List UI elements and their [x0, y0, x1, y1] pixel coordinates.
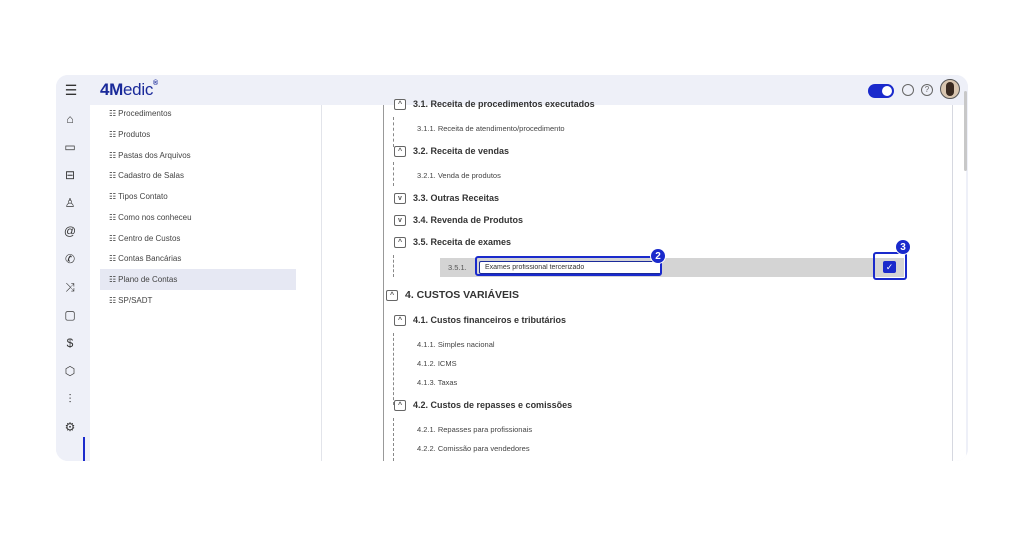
app-window: ☰ 4Medic® ? ⌂ ▭ ⊟ ♙ @ ✆ ⤨ ▢ $ ⬡ ⫶ ⚙ ☷ Pro…	[56, 75, 968, 461]
main-content: ☷ Procedimentos ☷ Produtos ☷ Pastas dos Arq…	[90, 99, 966, 461]
list-icon: ☷	[109, 171, 117, 180]
tree-guide-line	[383, 105, 384, 461]
menu-icon[interactable]: ☰	[64, 83, 78, 97]
calendar-icon[interactable]: ▭	[62, 139, 78, 155]
tree-guide-line	[393, 162, 394, 186]
submenu-item-centro-custos[interactable]: ☷ Centro de Custos	[100, 228, 296, 249]
list-icon: ☷	[109, 275, 117, 284]
submenu-item-pastas[interactable]: ☷ Pastas dos Arquivos	[100, 145, 296, 166]
list-icon: ☷	[109, 296, 117, 305]
submenu-item-procedimentos[interactable]: ☷ Procedimentos	[100, 103, 296, 124]
submenu-item-produtos[interactable]: ☷ Produtos	[100, 124, 296, 145]
chart-of-accounts-tree: ^ 3.1. Receita de procedimentos executado…	[322, 99, 966, 461]
chart-icon[interactable]: ⫶	[62, 391, 78, 407]
gear-icon[interactable]: ⚙	[62, 419, 78, 435]
list-icon: ☷	[109, 213, 117, 222]
avatar[interactable]	[940, 79, 960, 99]
tree-node-4-1[interactable]: ^ 4.1. Custos financeiros e tributários	[394, 315, 566, 327]
app-logo: 4Medic®	[100, 80, 158, 99]
tree-leaf-3-1-1[interactable]: 3.1.1. Receita de atendimento/procedimen…	[417, 124, 565, 133]
submenu-item-tipos-contato[interactable]: ☷ Tipos Contato	[100, 186, 296, 207]
tree-node-4-2[interactable]: ^ 4.2. Custos de repasses e comissões	[394, 400, 572, 412]
tree-section-4[interactable]: ^ 4. CUSTOS VARIÁVEIS	[386, 289, 519, 301]
submenu-item-como-conheceu[interactable]: ☷ Como nos conheceu	[100, 207, 296, 228]
tree-guide-line	[393, 255, 394, 277]
highlight-confirm-annotation	[873, 252, 907, 280]
collapse-toggle[interactable]: ^	[394, 146, 406, 158]
active-nav-indicator	[83, 437, 85, 461]
clipboard-icon[interactable]: ▢	[62, 307, 78, 323]
tree-guide-line	[393, 418, 394, 461]
tree-node-3-3[interactable]: v 3.3. Outras Receitas	[394, 193, 499, 205]
at-icon[interactable]: @	[62, 223, 78, 239]
tree-guide-line	[393, 333, 394, 405]
collapse-toggle[interactable]: ^	[394, 400, 406, 412]
theme-toggle[interactable]	[868, 84, 894, 98]
list-icon: ☷	[109, 192, 117, 201]
tree-leaf-4-2-1[interactable]: 4.2.1. Repasses para profissionais	[417, 425, 532, 434]
home-icon[interactable]: ⌂	[62, 111, 78, 127]
content-right-border	[952, 105, 953, 461]
edit-code: 3.5.1.	[448, 263, 467, 272]
expand-toggle[interactable]: v	[394, 193, 406, 205]
chat-icon[interactable]	[902, 84, 914, 96]
tree-node-3-1[interactable]: ^ 3.1. Receita de procedimentos executado…	[394, 99, 595, 111]
icon-sidebar: ⌂ ▭ ⊟ ♙ @ ✆ ⤨ ▢ $ ⬡ ⫶ ⚙	[56, 105, 86, 461]
step-badge-2: 2	[650, 248, 666, 264]
collapse-toggle[interactable]: ^	[386, 289, 398, 301]
tree-node-3-4[interactable]: v 3.4. Revenda de Produtos	[394, 215, 523, 227]
tree-leaf-4-2-2[interactable]: 4.2.2. Comissão para vendedores	[417, 444, 530, 453]
list-icon: ☷	[109, 130, 117, 139]
collapse-toggle[interactable]: ^	[394, 99, 406, 111]
user-icon[interactable]: ♙	[62, 195, 78, 211]
phone-icon[interactable]: ✆	[62, 251, 78, 267]
submenu-item-contas-bancarias[interactable]: ☷ Contas Bancárias	[100, 248, 296, 269]
tree-node-3-5[interactable]: ^ 3.5. Receita de exames	[394, 237, 511, 249]
help-icon[interactable]: ?	[921, 84, 933, 96]
tree-leaf-3-2-1[interactable]: 3.2.1. Venda de produtos	[417, 171, 501, 180]
list-icon: ☷	[109, 254, 117, 263]
inbox-icon[interactable]: ⊟	[62, 167, 78, 183]
highlight-input-annotation	[475, 256, 662, 276]
settings-submenu: ☷ Procedimentos ☷ Produtos ☷ Pastas dos Arq…	[90, 105, 322, 461]
box-icon[interactable]: ⬡	[62, 363, 78, 379]
step-badge-3: 3	[895, 239, 911, 255]
scrollbar[interactable]	[964, 91, 967, 171]
list-icon: ☷	[109, 234, 117, 243]
collapse-toggle[interactable]: ^	[394, 315, 406, 327]
tree-leaf-4-1-2[interactable]: 4.1.2. ICMS	[417, 359, 457, 368]
tree-leaf-4-1-3[interactable]: 4.1.3. Taxas	[417, 378, 457, 387]
dollar-icon[interactable]: $	[62, 335, 78, 351]
tree-guide-line	[393, 117, 394, 147]
list-icon: ☷	[109, 109, 117, 118]
submenu-item-salas[interactable]: ☷ Cadastro de Salas	[100, 165, 296, 186]
collapse-toggle[interactable]: ^	[394, 237, 406, 249]
list-icon: ☷	[109, 151, 117, 160]
expand-toggle[interactable]: v	[394, 215, 406, 227]
shuffle-icon[interactable]: ⤨	[62, 279, 78, 295]
submenu-item-plano-contas[interactable]: ☷ Plano de Contas	[100, 269, 296, 290]
tree-node-3-2[interactable]: ^ 3.2. Receita de vendas	[394, 146, 509, 158]
submenu-item-sp-sadt[interactable]: ☷ SP/SADT	[100, 290, 296, 311]
tree-leaf-4-1-1[interactable]: 4.1.1. Simples nacional	[417, 340, 495, 349]
